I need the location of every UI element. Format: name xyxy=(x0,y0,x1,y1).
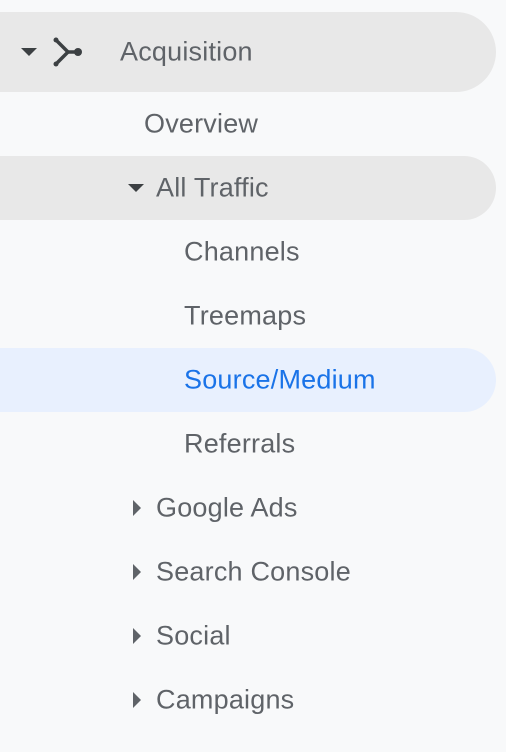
nav-item-source-medium[interactable]: Source/Medium xyxy=(0,348,496,412)
chevron-right-icon xyxy=(133,692,141,708)
chevron-right-icon xyxy=(133,628,141,644)
nav-item-label: Treemaps xyxy=(184,300,307,331)
acquisition-nav: Acquisition Overview All Traffic Channel… xyxy=(0,0,506,752)
nav-group-search-console[interactable]: Search Console xyxy=(0,540,496,604)
chevron-down-icon xyxy=(128,184,144,192)
chevron-down-icon xyxy=(21,48,37,56)
nav-item-label: Overview xyxy=(144,108,259,139)
nav-item-channels[interactable]: Channels xyxy=(0,220,496,284)
acquisition-icon xyxy=(53,37,82,67)
nav-group-google-ads[interactable]: Google Ads xyxy=(0,476,496,540)
nav-group-social[interactable]: Social xyxy=(0,604,496,668)
nav-item-referrals[interactable]: Referrals xyxy=(0,412,496,476)
nav-item-treemaps[interactable]: Treemaps xyxy=(0,284,496,348)
nav-group-campaigns[interactable]: Campaigns xyxy=(0,668,496,732)
nav-item-label: Referrals xyxy=(184,428,296,459)
nav-group-label: All Traffic xyxy=(156,172,269,203)
chevron-right-icon xyxy=(133,500,141,516)
nav-item-label: Channels xyxy=(184,236,300,267)
nav-group-label: Search Console xyxy=(156,556,351,587)
nav-group-label: Social xyxy=(156,620,231,651)
nav-section-acquisition[interactable]: Acquisition xyxy=(0,12,496,92)
chevron-right-icon xyxy=(133,564,141,580)
nav-group-label: Google Ads xyxy=(156,492,298,523)
nav-group-label: Campaigns xyxy=(156,684,295,715)
nav-item-overview[interactable]: Overview xyxy=(0,92,496,156)
nav-section-label: Acquisition xyxy=(120,36,253,67)
nav-item-label: Source/Medium xyxy=(184,364,376,395)
nav-group-all-traffic[interactable]: All Traffic xyxy=(0,156,496,220)
